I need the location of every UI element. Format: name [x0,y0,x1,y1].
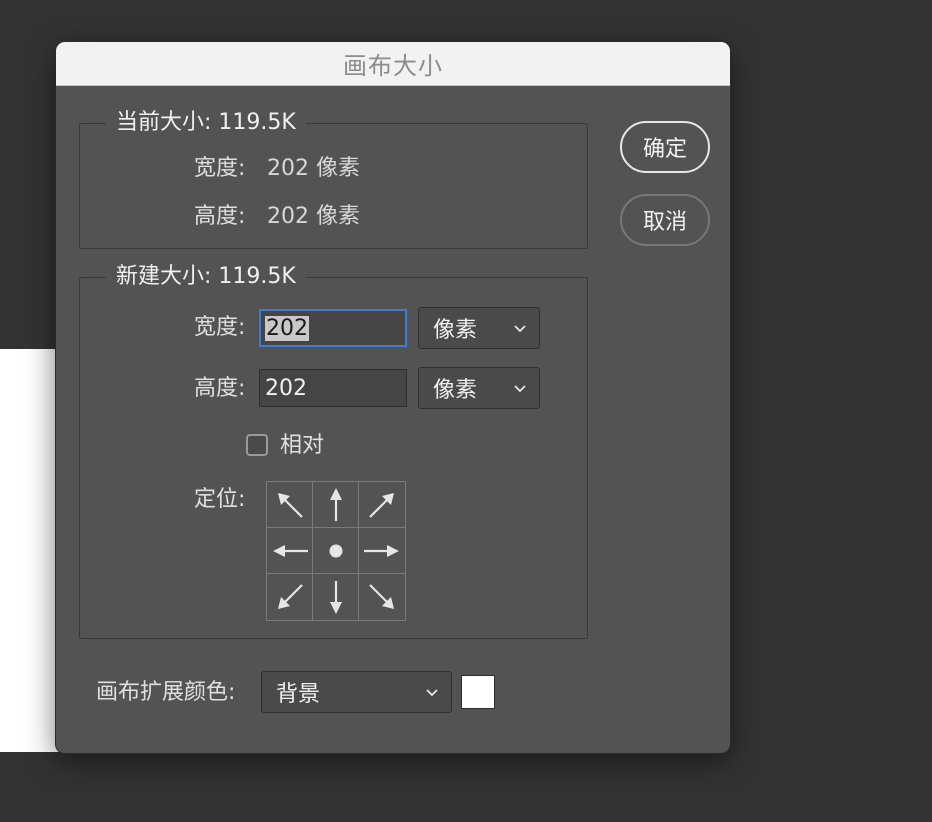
arrow-down-right-icon [369,584,394,609]
center-dot-icon [329,544,342,557]
new-height-label: 高度: [194,376,246,401]
new-size-title: 新建大小: 119.5K [106,262,306,292]
relative-checkbox[interactable] [246,434,268,456]
new-width-label: 宽度: [194,315,246,340]
ok-button[interactable]: 确定 [620,121,710,173]
extension-color-dropdown[interactable]: 背景 [261,671,452,713]
arrow-down-left-icon [277,584,303,609]
extension-color-label: 画布扩展颜色: [96,680,236,705]
anchor-bottom[interactable] [313,574,359,620]
anchor-bottom-right[interactable] [359,574,405,620]
anchor-top-right[interactable] [359,482,405,528]
current-height-value: 202 像素 [267,204,360,229]
extension-color-swatch[interactable] [461,675,495,709]
chevron-down-icon [514,325,526,333]
height-input-value: 202 [265,375,307,401]
anchor-grid [266,481,406,621]
chevron-down-icon [514,385,526,393]
anchor-bottom-left[interactable] [267,574,313,620]
dialog-title: 画布大小 [56,42,730,86]
canvas-size-dialog: 画布大小 当前大小: 119.5K 宽度: 202 像素 高度: 202 像素 … [56,42,730,753]
arrow-right-icon [364,544,399,557]
current-size-group: 当前大小: 119.5K 宽度: 202 像素 高度: 202 像素 [79,108,588,249]
arrow-down-icon [329,581,342,614]
anchor-right[interactable] [359,528,405,574]
extension-color-value: 背景 [276,682,321,707]
cancel-button[interactable]: 取消 [620,194,710,246]
height-input[interactable]: 202 [259,369,407,407]
anchor-center[interactable] [313,528,359,574]
current-height-label: 高度: [194,204,246,229]
arrow-up-left-icon [277,492,303,518]
arrow-up-icon [329,487,342,521]
height-unit-value: 像素 [433,378,478,403]
width-unit-value: 像素 [433,318,478,343]
arrow-left-icon [272,544,308,557]
width-input[interactable]: 202 [259,309,407,347]
arrow-up-right-icon [369,492,394,518]
anchor-left[interactable] [267,528,313,574]
width-input-value: 202 [265,315,309,341]
anchor-label: 定位: [194,487,246,512]
width-unit-dropdown[interactable]: 像素 [418,307,540,349]
document-canvas [0,349,60,752]
height-unit-dropdown[interactable]: 像素 [418,367,540,409]
relative-label[interactable]: 相对 [280,431,324,461]
chevron-down-icon [426,689,438,697]
anchor-top[interactable] [313,482,359,528]
current-width-label: 宽度: [194,156,246,181]
current-width-value: 202 像素 [267,156,360,181]
current-size-title: 当前大小: 119.5K [106,108,306,138]
anchor-top-left[interactable] [267,482,313,528]
